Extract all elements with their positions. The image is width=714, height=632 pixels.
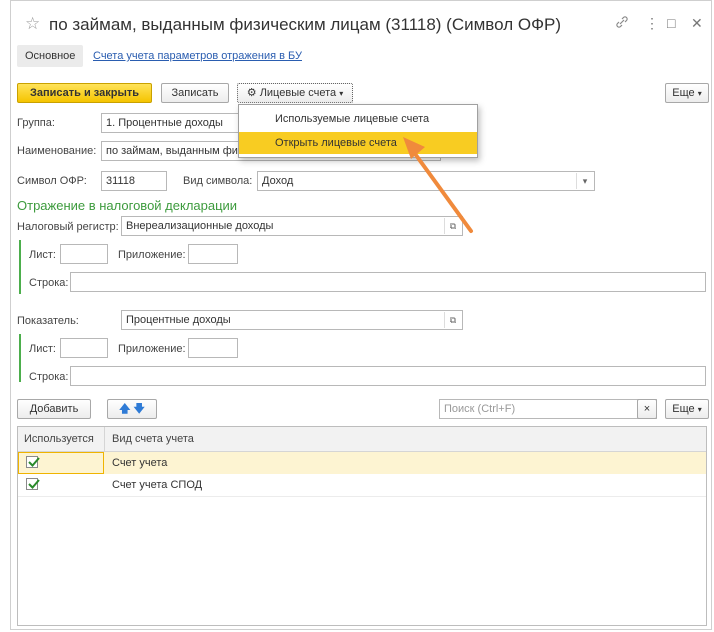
account-kind-cell: Счет учета СПОД — [112, 479, 203, 491]
tax-register-value: Внереализационные доходы — [126, 220, 274, 232]
save-button[interactable]: Записать — [161, 83, 229, 103]
name-label: Наименование: — [17, 145, 97, 157]
search-input[interactable]: Поиск (Ctrl+F) — [439, 399, 657, 419]
column-header-used[interactable]: Используется — [24, 427, 94, 451]
more-actions-icon[interactable]: ⋮ — [645, 15, 659, 32]
indicator-sheet-label: Лист: — [29, 343, 56, 355]
form-window: ☆ по займам, выданным физическим лицам (… — [10, 0, 712, 630]
tab-accounts-settings[interactable]: Счета учета параметров отражения в БУ — [93, 45, 302, 67]
link-icon[interactable] — [615, 15, 629, 32]
menu-item-used-accounts[interactable]: Используемые лицевые счета — [239, 108, 477, 130]
more-button-label: Еще — [672, 87, 695, 99]
group-field[interactable]: 1. Процентные доходы — [101, 113, 241, 133]
add-button[interactable]: Добавить — [17, 399, 91, 419]
indicator-line-label: Строка: — [29, 371, 69, 383]
table-row[interactable]: Счет учета — [18, 452, 706, 474]
indicator-appendix-field[interactable] — [188, 338, 238, 358]
tax-section-title: Отражение в налоговой декларации — [17, 198, 238, 213]
gear-icon: ⚙ — [246, 87, 257, 99]
account-kind-cell: Счет учета — [112, 457, 168, 469]
indicator-field[interactable]: Процентные доходы ⧉ — [121, 310, 463, 330]
chevron-down-icon: ▾ — [697, 89, 702, 98]
move-down-icon[interactable]: 🡇 — [134, 403, 145, 415]
table-row[interactable]: Счет учета СПОД — [18, 474, 706, 497]
chevron-down-icon: ▾ — [697, 405, 702, 414]
indicator-line-field[interactable] — [70, 366, 706, 386]
favorite-star-icon[interactable]: ☆ — [25, 14, 40, 34]
personal-accounts-label: Лицевые счета — [259, 87, 337, 99]
tax-register-label: Налоговый регистр: — [17, 221, 119, 233]
list-more-button[interactable]: Еще ▾ — [665, 399, 709, 419]
tax-line-field[interactable] — [70, 272, 706, 292]
search-placeholder: Поиск (Ctrl+F) — [444, 403, 516, 415]
symbol-kind-label: Вид символа: — [183, 175, 253, 187]
move-up-icon[interactable]: 🡅 — [119, 403, 130, 415]
symbol-label: Символ ОФР: — [17, 175, 87, 187]
chevron-down-icon: ▾ — [339, 89, 344, 98]
save-and-close-button[interactable]: Записать и закрыть — [17, 83, 152, 103]
move-buttons: 🡅 🡇 — [107, 399, 157, 419]
symbol-kind-value: Доход — [262, 175, 294, 187]
annotation-arrow-icon — [403, 137, 473, 233]
column-divider — [104, 427, 105, 451]
personal-accounts-button[interactable]: ⚙ Лицевые счета ▾ — [237, 83, 353, 103]
used-checkbox[interactable] — [26, 456, 40, 468]
indicator-group-bar — [19, 334, 21, 382]
tax-sheet-label: Лист: — [29, 249, 56, 261]
accounts-table: Используется Вид счета учета Счет учета … — [17, 426, 707, 626]
window-title: по займам, выданным физическим лицам (31… — [49, 15, 562, 34]
tax-appendix-field[interactable] — [188, 244, 238, 264]
symbol-field[interactable]: 31118 — [101, 171, 167, 191]
tax-sheet-field[interactable] — [60, 244, 108, 264]
indicator-appendix-label: Приложение: — [118, 343, 186, 355]
column-header-kind[interactable]: Вид счета учета — [112, 427, 194, 451]
indicator-sheet-field[interactable] — [60, 338, 108, 358]
open-icon[interactable]: ⧉ — [444, 312, 461, 328]
close-icon[interactable]: ✕ — [691, 15, 703, 32]
tab-main[interactable]: Основное — [17, 45, 84, 67]
more-button[interactable]: Еще ▾ — [665, 83, 709, 103]
maximize-icon[interactable]: □ — [667, 15, 675, 31]
list-more-label: Еще — [672, 403, 695, 415]
indicator-value: Процентные доходы — [126, 314, 231, 326]
indicator-label: Показатель: — [17, 315, 79, 327]
clear-search-button[interactable]: × — [637, 399, 657, 419]
tax-group-bar — [19, 240, 21, 294]
tax-appendix-label: Приложение: — [118, 249, 186, 261]
dropdown-icon[interactable]: ▾ — [576, 173, 593, 189]
tax-line-label: Строка: — [29, 277, 69, 289]
used-checkbox[interactable] — [26, 478, 40, 490]
group-label: Группа: — [17, 117, 55, 129]
